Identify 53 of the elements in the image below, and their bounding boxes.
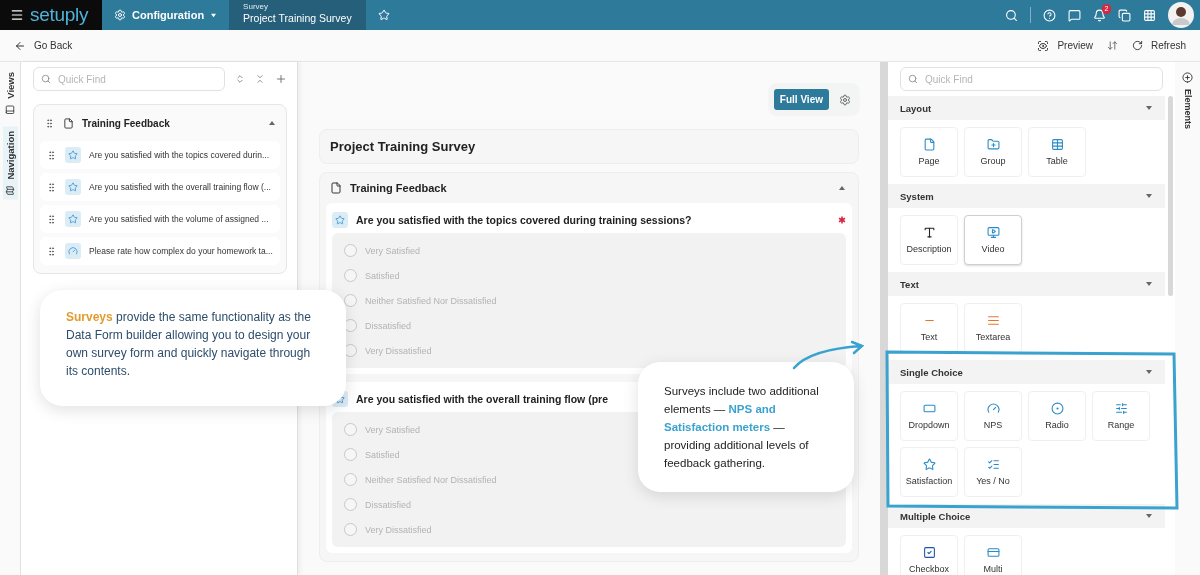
- question-title: Are you satisfied with the overall training flow (pre: [356, 393, 609, 405]
- logo: setuply: [30, 4, 89, 26]
- element-tile[interactable]: Table: [1028, 127, 1086, 177]
- search-field[interactable]: Quick Find: [33, 67, 225, 91]
- option-label: Dissatisfied: [365, 320, 411, 331]
- item-label: Please rate how complex do your homework ta...: [89, 246, 273, 256]
- element-tile[interactable]: Satisfaction: [900, 447, 958, 497]
- preview-button[interactable]: Preview: [1037, 39, 1093, 52]
- element-tile[interactable]: Textarea: [964, 303, 1022, 353]
- option-label: Satisfied: [365, 270, 400, 281]
- option-label: Neither Satisfied Nor Dissatisfied: [365, 474, 497, 485]
- question-title: Are you satisfied with the topics covered during training sessions?: [356, 214, 692, 226]
- element-tile[interactable]: Multi: [964, 535, 1022, 575]
- group-header[interactable]: Single Choice: [888, 360, 1165, 384]
- tip-callout: Surveys provide the same functionality as the Data Form builder allowing you to design your own survey form and quickly navigate through its contents.: [40, 290, 346, 406]
- element-tile[interactable]: Radio: [1028, 391, 1086, 441]
- item-label: Are you satisfied with the volume of assigned ...: [89, 214, 269, 224]
- navigation-item[interactable]: Are you satisfied with the topics covered durin...: [40, 141, 280, 169]
- element-tile[interactable]: Text: [900, 303, 958, 353]
- element-tile[interactable]: Checkbox: [900, 535, 958, 575]
- breadcrumb-title[interactable]: Project Training Survey: [243, 11, 352, 25]
- element-tile[interactable]: Dropdown: [900, 391, 958, 441]
- option-label: Neither Satisfied Nor Dissatisfied: [365, 295, 497, 306]
- section-title: Training Feedback: [350, 182, 447, 194]
- side-tab[interactable]: Navigation: [2, 126, 18, 200]
- group-title: Training Feedback: [82, 117, 170, 129]
- group-header[interactable]: Text: [888, 272, 1165, 296]
- navigation-item[interactable]: Are you satisfied with the volume of assigned ...: [40, 205, 280, 233]
- side-tab[interactable]: Views: [2, 68, 18, 119]
- elements-tab[interactable]: Elements: [1182, 72, 1193, 130]
- element-tile[interactable]: NPS: [964, 391, 1022, 441]
- breadcrumb-caption: Survey: [243, 2, 269, 11]
- tip-callout: Surveys include two additional elements — NPS and Satisfaction meters — providing additional levels of feedback gathering.: [638, 362, 854, 492]
- full-view-button[interactable]: Full View: [773, 89, 829, 110]
- element-tile[interactable]: Range: [1092, 391, 1150, 441]
- item-label: Are you satisfied with the overall training flow (...: [89, 182, 271, 192]
- element-tile[interactable]: Page: [900, 127, 958, 177]
- survey-title: Project Training Survey: [319, 129, 859, 164]
- item-label: Are you satisfied with the topics covered durin...: [89, 150, 269, 160]
- element-tile[interactable]: Yes / No: [964, 447, 1022, 497]
- element-tile[interactable]: Video: [964, 215, 1022, 265]
- refresh-button[interactable]: Refresh: [1132, 40, 1186, 51]
- navigation-item[interactable]: Please rate how complex do your homework ta...: [40, 237, 280, 265]
- group-header[interactable]: Layout: [888, 96, 1165, 120]
- group-header[interactable]: System: [888, 184, 1165, 208]
- search-field[interactable]: Quick Find: [900, 67, 1163, 91]
- module-menu[interactable]: Configuration: [102, 0, 230, 30]
- element-tile[interactable]: Group: [964, 127, 1022, 177]
- navigation-item[interactable]: Are you satisfied with the overall training flow (...: [40, 173, 280, 201]
- option-label: Satisfied: [365, 449, 400, 460]
- go-back-button[interactable]: Go Back: [14, 39, 73, 52]
- option-label: Dissatisfied: [365, 499, 411, 510]
- element-tile[interactable]: Description: [900, 215, 958, 265]
